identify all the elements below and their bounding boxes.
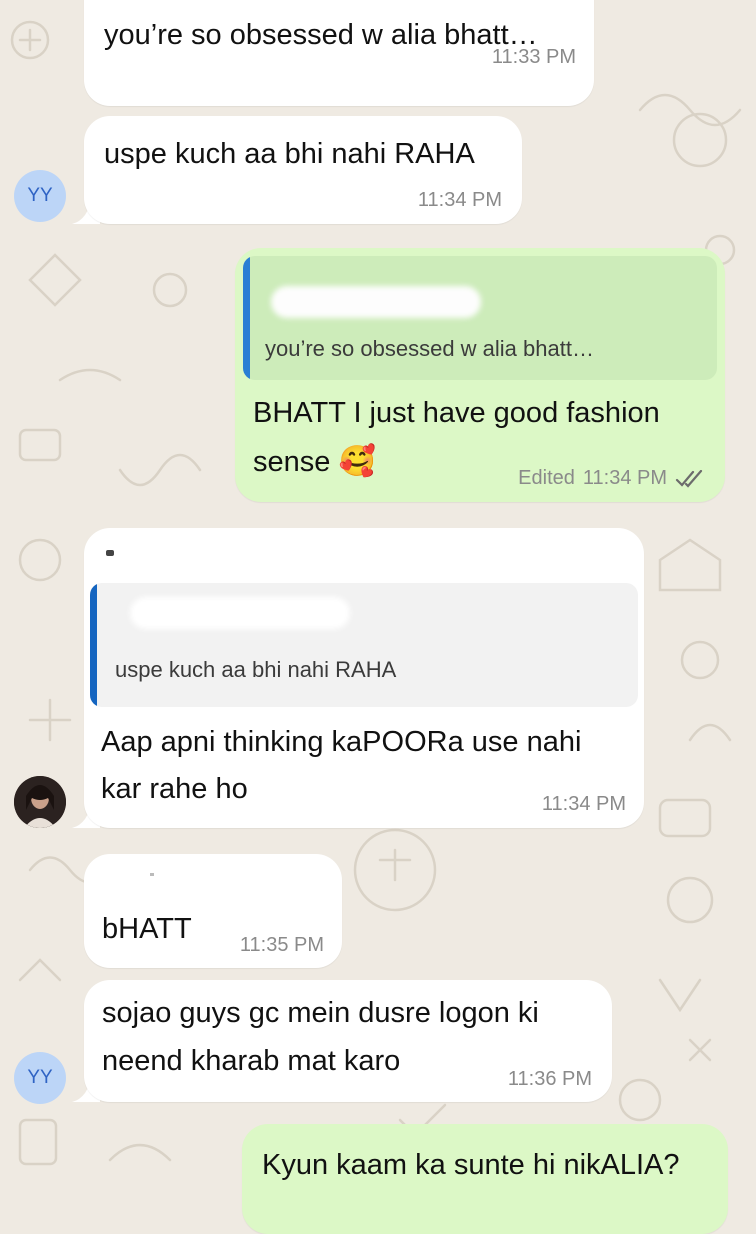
- message-text-line-1: BHATT I just have good fashion: [253, 397, 660, 429]
- sender-name-redacted: [106, 550, 114, 556]
- message-timestamp: 11:36 PM: [507, 1068, 592, 1090]
- message-text-line-2: kar rahe ho: [101, 773, 248, 805]
- message-timestamp: 11:34 PM: [541, 793, 626, 815]
- reply-quote[interactable]: you’re so obsessed w alia bhatt…: [243, 256, 717, 380]
- message-bubble-3[interactable]: you’re so obsessed w alia bhatt… BHATT I…: [235, 248, 725, 502]
- message-text-line-2: sense 🥰: [253, 439, 376, 485]
- avatar[interactable]: YY: [14, 170, 66, 222]
- message-bubble-5[interactable]: bHATT 11:35 PM: [84, 854, 342, 968]
- reply-quote-bar: [90, 583, 97, 707]
- message-timestamp: 11:33 PM: [491, 46, 576, 68]
- edited-label: Edited: [518, 467, 575, 489]
- message-text: bHATT: [102, 913, 192, 945]
- message-timestamp: 11:35 PM: [239, 934, 324, 956]
- sender-name-redacted: [150, 873, 154, 876]
- reply-sender-redacted: [130, 597, 350, 629]
- reply-quote-bar: [243, 256, 250, 380]
- message-text: uspe kuch aa bhi nahi RAHA: [104, 138, 475, 170]
- profile-photo-avatar[interactable]: [14, 776, 66, 828]
- message-text-line-1: sojao guys gc mein dusre logon ki: [102, 997, 539, 1029]
- reply-quote-text: you’re so obsessed w alia bhatt…: [265, 336, 594, 361]
- profile-photo-icon: [14, 776, 66, 828]
- message-bubble-1[interactable]: you’re so obsessed w alia bhatt… 11:33 P…: [84, 0, 594, 106]
- message-text-line-2: neend kharab mat karo: [102, 1045, 401, 1077]
- message-text: Kyun kaam ka sunte hi nikALIA?: [262, 1149, 680, 1181]
- message-text: you’re so obsessed w alia bhatt…: [104, 19, 538, 51]
- avatar-initials: YY: [27, 185, 53, 206]
- avatar[interactable]: YY: [14, 1052, 66, 1104]
- message-bubble-6[interactable]: sojao guys gc mein dusre logon ki neend …: [84, 980, 612, 1102]
- message-meta: Edited 11:34 PM: [518, 467, 705, 490]
- message-text-word: sense: [253, 446, 331, 478]
- message-timestamp: 11:34 PM: [417, 189, 502, 211]
- avatar-initials: YY: [27, 1067, 53, 1088]
- double-check-icon: [675, 469, 703, 488]
- reply-quote[interactable]: uspe kuch aa bhi nahi RAHA: [90, 583, 638, 707]
- message-bubble-4[interactable]: uspe kuch aa bhi nahi RAHA Aap apni thin…: [84, 528, 644, 828]
- reply-quote-text: uspe kuch aa bhi nahi RAHA: [115, 657, 397, 682]
- message-timestamp: 11:34 PM: [582, 467, 667, 489]
- message-text-line-1: Aap apni thinking kaPOORa use nahi: [101, 726, 582, 758]
- smiling-face-with-hearts-emoji: 🥰: [338, 445, 376, 478]
- message-bubble-7[interactable]: Kyun kaam ka sunte hi nikALIA?: [242, 1124, 728, 1234]
- reply-sender-redacted: [271, 286, 481, 318]
- message-bubble-2[interactable]: uspe kuch aa bhi nahi RAHA 11:34 PM: [84, 116, 522, 224]
